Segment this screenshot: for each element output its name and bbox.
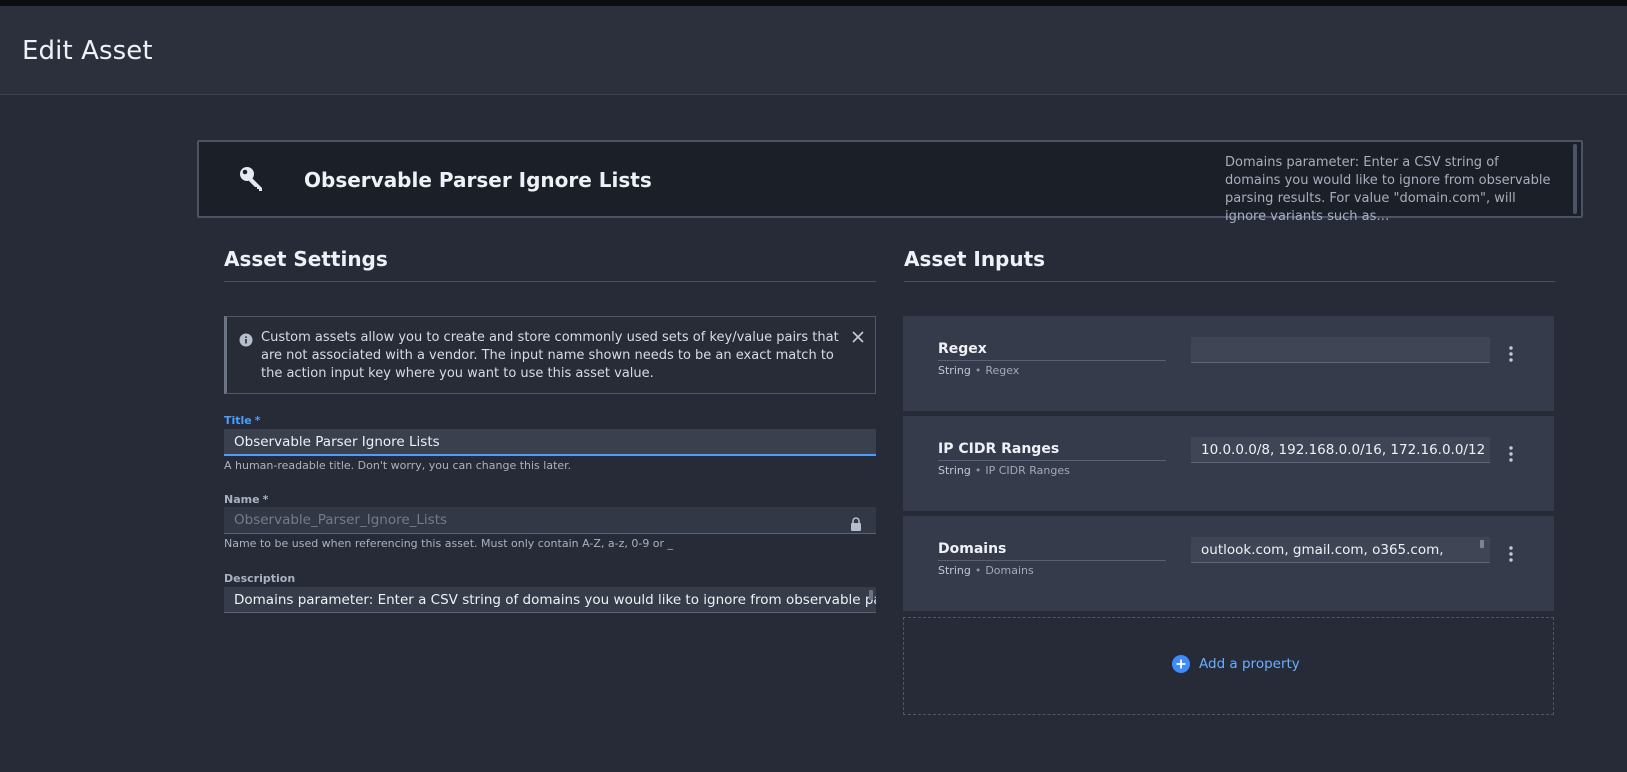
- info-icon: [239, 332, 253, 347]
- property-type-label: String: [938, 464, 971, 477]
- property-value-input[interactable]: 10.0.0.0/8, 192.168.0.0/16, 172.16.0.0/1…: [1191, 437, 1490, 463]
- more-options-icon[interactable]: [1505, 344, 1517, 364]
- name-label-text: Name: [224, 493, 260, 506]
- custom-asset-info-notice: Custom assets allow you to create and st…: [224, 316, 876, 394]
- value-scrollbar[interactable]: [1480, 540, 1484, 548]
- add-property-area: Add a property: [903, 617, 1554, 715]
- settings-divider: [224, 281, 876, 282]
- banner-description: Domains parameter: Enter a CSV string of…: [1225, 155, 1551, 224]
- property-subtype-label: Regex: [985, 364, 1020, 377]
- property-value-input[interactable]: [1191, 337, 1490, 363]
- asset-inputs-heading: Asset Inputs: [904, 247, 1046, 271]
- property-name-underline: [938, 360, 1166, 361]
- property-name-underline: [938, 560, 1166, 561]
- property-card-regex: Regex String • Regex: [903, 316, 1554, 411]
- property-subtype-label: IP CIDR Ranges: [985, 464, 1070, 477]
- description-value: Domains parameter: Enter a CSV string of…: [234, 592, 876, 608]
- property-type-label: String: [938, 564, 971, 577]
- title-field-label: Title *: [224, 414, 261, 427]
- asset-settings-heading: Asset Settings: [224, 247, 388, 271]
- property-card-domains: Domains String • Domains outlook.com, gmai…: [903, 516, 1554, 611]
- close-icon[interactable]: [851, 329, 865, 343]
- add-property-label: Add a property: [1199, 656, 1300, 672]
- property-subtype-label: Domains: [985, 564, 1034, 577]
- name-field-label: Name *: [224, 493, 268, 506]
- description-textarea[interactable]: Domains parameter: Enter a CSV string of…: [224, 587, 876, 613]
- name-help-text: Name to be used when referencing this as…: [224, 537, 674, 550]
- asset-banner: Observable Parser Ignore Lists Domains p…: [197, 140, 1583, 224]
- property-name: Regex: [938, 341, 987, 357]
- title-label-text: Title: [224, 414, 252, 427]
- name-input-value: Observable_Parser_Ignore_Lists: [234, 512, 448, 528]
- property-value-text: outlook.com, gmail.com, o365.com,: [1201, 542, 1444, 558]
- plus-circle-icon: [1172, 655, 1190, 673]
- page-header: Edit Asset: [0, 6, 1627, 95]
- property-name: IP CIDR Ranges: [938, 441, 1060, 457]
- property-value-input[interactable]: outlook.com, gmail.com, o365.com,: [1191, 537, 1490, 563]
- banner-title: Observable Parser Ignore Lists: [304, 168, 652, 192]
- property-type: String • Domains: [938, 564, 1034, 577]
- inputs-divider: [904, 281, 1555, 282]
- property-name: Domains: [938, 541, 1007, 557]
- info-text: Custom assets allow you to create and st…: [261, 330, 839, 381]
- more-options-icon[interactable]: [1505, 544, 1517, 564]
- property-card-ip-cidr-ranges: IP CIDR Ranges String • IP CIDR Ranges 10.…: [903, 416, 1554, 511]
- page-title: Edit Asset: [22, 36, 153, 66]
- property-type: String • IP CIDR Ranges: [938, 464, 1070, 477]
- property-type-label: String: [938, 364, 971, 377]
- description-scrollbar[interactable]: [869, 590, 873, 600]
- more-options-icon[interactable]: [1505, 444, 1517, 464]
- required-marker: *: [262, 493, 269, 506]
- description-field-label: Description: [224, 572, 296, 585]
- name-input: Observable_Parser_Ignore_Lists: [224, 507, 876, 534]
- title-input[interactable]: Observable Parser Ignore Lists: [224, 429, 876, 456]
- lock-icon: [850, 514, 862, 531]
- required-marker: *: [254, 414, 261, 427]
- property-name-underline: [938, 460, 1166, 461]
- add-property-button[interactable]: Add a property: [1172, 655, 1300, 673]
- title-help-text: A human-readable title. Don't worry, you…: [224, 459, 572, 472]
- banner-scrollbar[interactable]: [1573, 144, 1577, 214]
- property-type: String • Regex: [938, 364, 1020, 377]
- key-icon: [237, 164, 267, 194]
